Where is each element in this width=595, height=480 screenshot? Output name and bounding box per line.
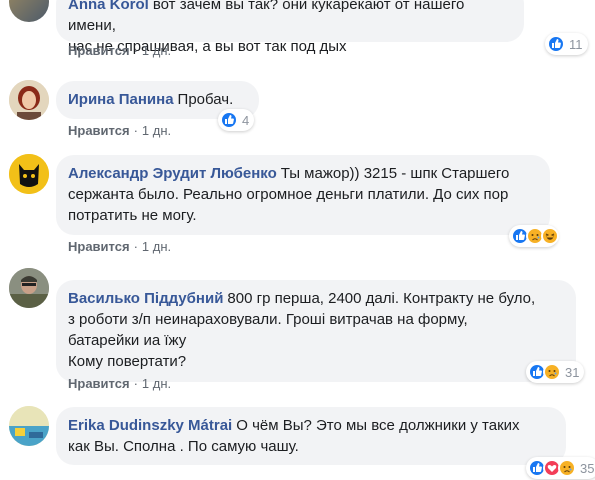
reactions-badge[interactable]: 11	[545, 33, 588, 55]
separator: ·	[133, 376, 138, 391]
reactions-badge[interactable]: 31	[526, 361, 585, 383]
reactions-badge[interactable]: 4	[218, 109, 255, 131]
comment-text: з роботи з/п неинараховували. Гроші витр…	[68, 311, 468, 328]
sad-reaction-icon	[558, 459, 576, 477]
reaction-count: 31	[565, 364, 580, 380]
comment-author[interactable]: Ирина Панина	[68, 91, 174, 108]
comment-author[interactable]: Василько Піддубний	[68, 290, 223, 307]
like-button[interactable]: Нравится	[68, 43, 130, 58]
sad-reaction-icon	[543, 363, 561, 381]
comment-text: Кому повертати?	[68, 353, 187, 370]
comment: Василько Піддубний 800 гр перша, 2400 дал…	[0, 266, 595, 396]
reaction-count: 35	[580, 460, 595, 476]
comment-text: потратить не могу.	[68, 207, 197, 224]
reactions-badge[interactable]: 35	[526, 457, 595, 479]
comment-text: батарейки иа їжу	[68, 332, 187, 349]
reaction-count: 11	[569, 36, 583, 52]
comment-author[interactable]: Erika Dudinszky Mátrai	[68, 417, 232, 434]
like-button[interactable]: Нравится	[68, 239, 130, 254]
avatar[interactable]	[9, 80, 49, 120]
comment-text: как Вы. Сполна . По самую чашу.	[68, 438, 299, 455]
comment: Александр Эрудит Любенко Ты мажор)) 3215 …	[0, 152, 595, 262]
comment: Erika Dudinszky Mátrai О чём Вы? Это мы в…	[0, 404, 595, 480]
like-button[interactable]: Нравится	[68, 376, 130, 391]
comment-text: сержанта было. Реально огромное деньги п…	[68, 186, 509, 203]
comment-text: О чём Вы? Это мы все должники у таких	[236, 417, 520, 434]
avatar[interactable]	[9, 268, 49, 308]
like-button[interactable]: Нравится	[68, 123, 130, 138]
comment-bubble: Anna Korol вот зачем вы так? они кукарека…	[56, 0, 524, 55]
avatar[interactable]	[9, 406, 49, 446]
comment-bubble: Erika Dudinszky Mátrai О чём Вы? Это мы в…	[56, 407, 566, 465]
comment-actions: Нравится · 1 дн.	[68, 376, 171, 391]
comment-bubble: Александр Эрудит Любенко Ты мажор)) 3215 …	[56, 155, 550, 235]
comment: Ирина Панина Пробач. Нравится · 1 дн. 4	[0, 78, 595, 148]
comment-actions: Нравится · 1 дн.	[68, 239, 171, 254]
avatar[interactable]	[9, 0, 49, 22]
timestamp[interactable]: 1 дн.	[142, 43, 171, 58]
timestamp[interactable]: 1 дн.	[142, 123, 171, 138]
comment-text: Ты мажор)) 3215 - шпк Старшего	[280, 165, 510, 182]
reaction-count: 4	[242, 112, 250, 128]
separator: ·	[133, 239, 138, 254]
comment-author[interactable]: Anna Korol	[68, 0, 149, 13]
avatar[interactable]	[9, 154, 49, 194]
comment-author[interactable]: Александр Эрудит Любенко	[68, 165, 277, 182]
comment-text: Пробач.	[177, 91, 234, 108]
separator: ·	[133, 123, 138, 138]
timestamp[interactable]: 1 дн.	[142, 376, 171, 391]
haha-reaction-icon	[541, 227, 559, 245]
comment-bubble: Василько Піддубний 800 гр перша, 2400 дал…	[56, 280, 576, 382]
like-reaction-icon	[547, 35, 565, 53]
reactions-badge[interactable]	[509, 225, 559, 247]
comment: Anna Korol вот зачем вы так? они кукарека…	[0, 0, 595, 70]
comment-text: 800 гр перша, 2400 далі. Контракту не бу…	[227, 290, 536, 307]
comment-actions: Нравится · 1 дн.	[68, 123, 171, 138]
separator: ·	[133, 43, 138, 58]
timestamp[interactable]: 1 дн.	[142, 239, 171, 254]
comment-actions: Нравится · 1 дн.	[68, 43, 171, 58]
like-reaction-icon	[220, 111, 238, 129]
